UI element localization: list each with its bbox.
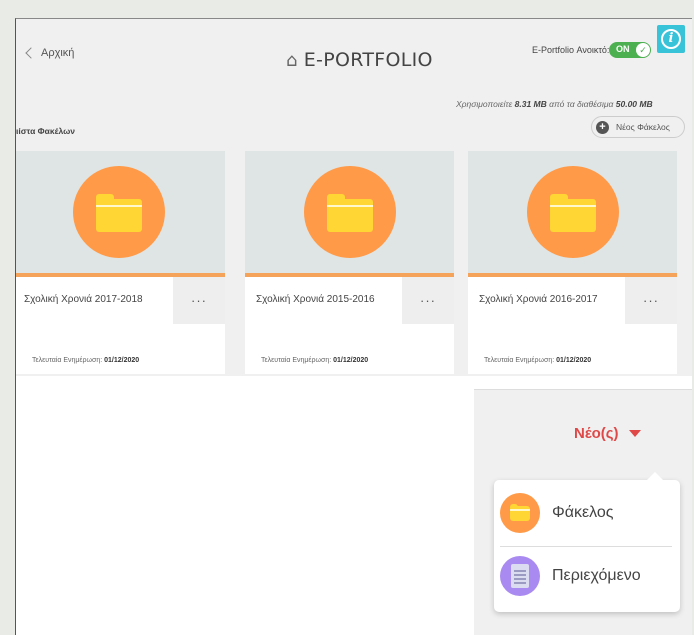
home-icon: ⌂: [286, 49, 298, 71]
page-title-text: E-PORTFOLIO: [303, 49, 433, 71]
back-link[interactable]: Αρχική: [25, 47, 75, 59]
dropdown-arrow: [646, 472, 664, 481]
usage-used: 8.31 MB: [514, 99, 547, 109]
plus-icon: +: [596, 120, 609, 134]
usage-prefix: Χρησιμοποιείτε: [456, 99, 513, 109]
folder-menu-button[interactable]: ···: [402, 277, 454, 324]
usage-middle: από τα διαθέσιμα: [549, 99, 614, 109]
folder-menu-button[interactable]: ···: [173, 277, 225, 324]
folder-updated: Τελευταία Ενημέρωση: 01/12/2020: [32, 357, 140, 364]
folder-icon-circle: [73, 166, 165, 258]
dropdown-item-folder[interactable]: Φάκελος: [494, 487, 680, 539]
dropdown-item-label: Φάκελος: [552, 504, 614, 521]
chevron-left-icon: [25, 47, 37, 59]
folder-thumbnail: [16, 151, 225, 277]
folder-icon: [550, 194, 596, 232]
dropdown-item-label: Περιεχόμενο: [552, 567, 641, 584]
portfolio-area: Αρχική ⌂ E-PORTFOLIO E-Portfolio Ανοικτό…: [16, 19, 692, 376]
folder-name: Σχολική Χρονιά 2017-2018: [24, 294, 143, 305]
new-item-button[interactable]: Νέο(ς): [574, 425, 641, 442]
folder-icon: [96, 194, 142, 232]
storage-usage: Χρησιμοποιείτε 8.31 MB από τα διαθέσιμα …: [456, 99, 653, 109]
folder-updated: Τελευταία Ενημέρωση: 01/12/2020: [484, 357, 592, 364]
info-icon: i: [661, 29, 681, 49]
new-item-panel: Νέο(ς) Φάκελος Περιεχόμενο: [474, 389, 692, 635]
folder-name: Σχολική Χρονιά 2015-2016: [256, 294, 375, 305]
folder-icon: [500, 493, 540, 533]
folder-updated: Τελευταία Ενημέρωση: 01/12/2020: [261, 357, 369, 364]
toggle-state: ON: [616, 44, 630, 54]
folder-icon-circle: [527, 166, 619, 258]
folder-card[interactable]: Σχολική Χρονιά 2016-2017 ··· Τελευταία Ε…: [468, 151, 677, 374]
folder-card[interactable]: Σχολική Χρονιά 2015-2016 ··· Τελευταία Ε…: [245, 151, 454, 374]
folder-icon-circle: [304, 166, 396, 258]
new-folder-label: Νέος Φάκελος: [616, 122, 670, 132]
new-item-dropdown: Φάκελος Περιεχόμενο: [494, 472, 680, 612]
dropdown-item-content[interactable]: Περιεχόμενο: [494, 550, 680, 602]
folder-thumbnail: [245, 151, 454, 277]
page-title: ⌂ E-PORTFOLIO: [286, 49, 433, 71]
folders-section-title: ιίστα Φακέλων: [16, 126, 75, 136]
portfolio-open-toggle[interactable]: ON ✓: [609, 42, 651, 58]
folder-thumbnail: [468, 151, 677, 277]
new-item-label: Νέο(ς): [574, 425, 619, 442]
toggle-label: E-Portfolio Ανοικτό:: [532, 45, 610, 55]
folder-icon: [327, 194, 373, 232]
dropdown-divider: [500, 546, 672, 547]
folder-menu-button[interactable]: ···: [625, 277, 677, 324]
checkmark-icon: ✓: [636, 43, 650, 57]
info-button[interactable]: i: [657, 25, 685, 53]
app-window: Αρχική ⌂ E-PORTFOLIO E-Portfolio Ανοικτό…: [15, 18, 692, 635]
new-folder-button[interactable]: + Νέος Φάκελος: [591, 116, 685, 138]
folder-name: Σχολική Χρονιά 2016-2017: [479, 294, 598, 305]
usage-total: 50.00 MB: [615, 99, 653, 109]
back-label: Αρχική: [41, 47, 75, 59]
folder-card[interactable]: Σχολική Χρονιά 2017-2018 ··· Τελευταία Ε…: [16, 151, 225, 374]
caret-down-icon: [628, 430, 641, 437]
document-icon: [500, 556, 540, 596]
